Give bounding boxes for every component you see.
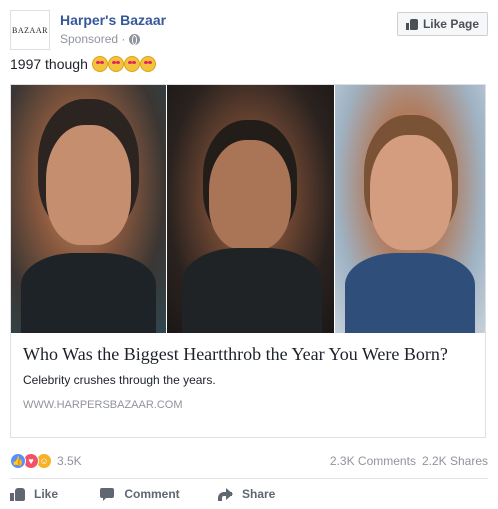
card-url: WWW.HARPERSBAZAAR.COM xyxy=(23,399,183,411)
post-header: BAZAAR Harper's Bazaar Sponsored · Like … xyxy=(10,10,488,50)
emoji-group xyxy=(91,56,156,72)
heart-eyes-emoji-icon xyxy=(91,56,108,72)
stats-right: 2.3K Comments 2.2K Shares xyxy=(330,454,488,468)
like-label: Like xyxy=(34,487,59,501)
like-page-label: Like Page xyxy=(422,17,479,31)
heart-eyes-emoji-icon xyxy=(139,56,156,72)
celebrity-photo-2 xyxy=(167,85,334,333)
comment-button[interactable]: Comment xyxy=(86,487,194,501)
reactions-summary[interactable]: 👍 ♥ ☺ 3.5K xyxy=(10,453,82,469)
engagement-stats: 👍 ♥ ☺ 3.5K 2.3K Comments 2.2K Shares xyxy=(10,452,488,470)
share-button[interactable]: Share xyxy=(218,487,298,501)
celebrity-photo-3 xyxy=(335,85,485,333)
portrait-head xyxy=(370,135,452,250)
page-logo[interactable]: BAZAAR xyxy=(10,10,50,50)
comment-label: Comment xyxy=(124,487,180,501)
heart-eyes-emoji-icon xyxy=(107,56,124,72)
card-title[interactable]: Who Was the Biggest Heartthrob the Year … xyxy=(23,343,475,365)
portrait-head xyxy=(46,125,131,245)
thumbs-up-icon xyxy=(10,487,26,501)
portrait-body xyxy=(345,253,475,333)
post-actions: Like Comment Share xyxy=(10,484,488,504)
heart-eyes-emoji-icon xyxy=(123,56,140,72)
comment-icon xyxy=(100,487,116,501)
reaction-count[interactable]: 3.5K xyxy=(57,454,82,468)
like-page-button[interactable]: Like Page xyxy=(396,12,488,36)
comments-count[interactable]: 2.3K Comments xyxy=(330,454,416,468)
shares-count[interactable]: 2.2K Shares xyxy=(422,454,488,468)
link-preview-card[interactable]: Who Was the Biggest Heartthrob the Year … xyxy=(10,84,486,438)
thumbs-up-icon xyxy=(405,18,418,30)
share-label: Share xyxy=(242,487,276,501)
sponsored-label[interactable]: Sponsored · xyxy=(60,32,125,46)
post-message: 1997 though xyxy=(10,56,156,72)
portrait-body xyxy=(182,248,322,333)
sponsored-meta: Sponsored · xyxy=(60,32,141,46)
like-reaction-icon: 👍 xyxy=(10,453,26,469)
card-description: Celebrity crushes through the years. xyxy=(23,373,216,387)
celebrity-photo-1 xyxy=(11,85,166,333)
page-name-link[interactable]: Harper's Bazaar xyxy=(60,12,166,28)
share-arrow-icon xyxy=(218,487,234,501)
portrait-head xyxy=(209,140,291,250)
actions-divider xyxy=(10,478,488,479)
card-image[interactable] xyxy=(11,85,485,333)
globe-icon[interactable] xyxy=(129,33,141,45)
portrait-body xyxy=(21,253,156,333)
card-body: Who Was the Biggest Heartthrob the Year … xyxy=(23,343,475,411)
post-message-text: 1997 though xyxy=(10,56,88,72)
